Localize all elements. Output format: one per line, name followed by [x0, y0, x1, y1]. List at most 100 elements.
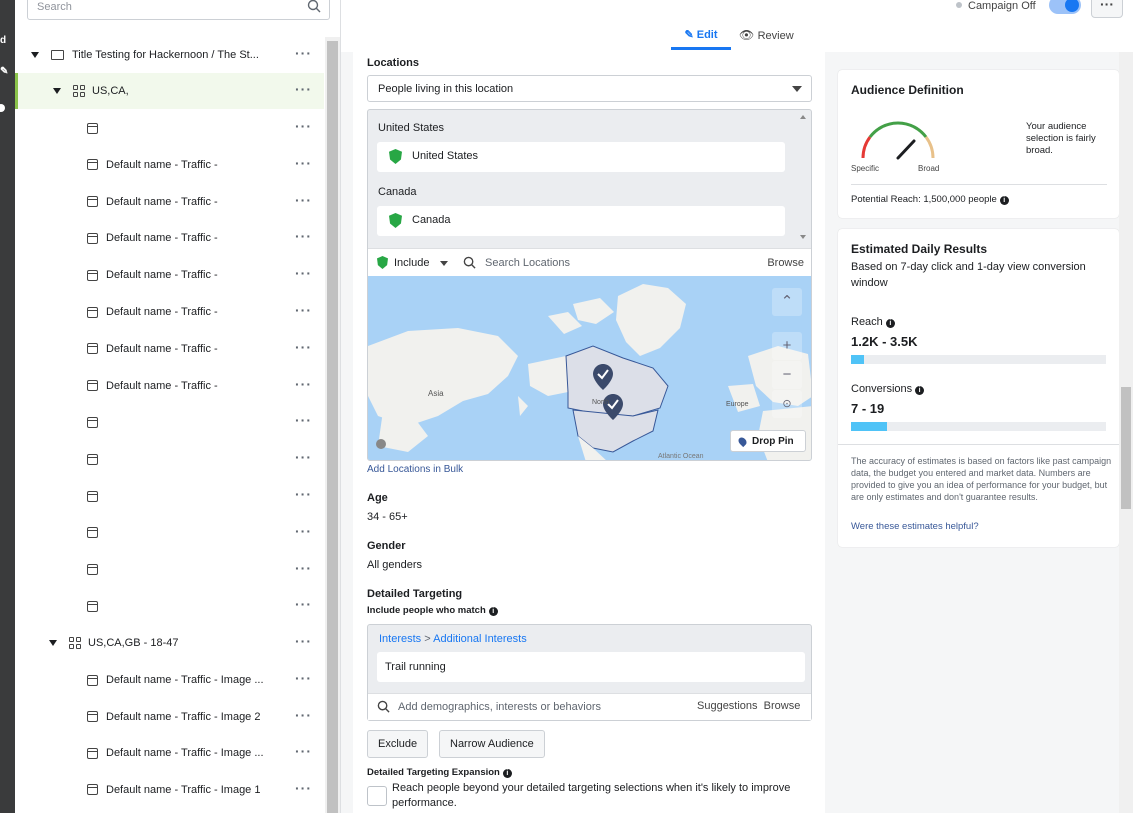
map-locate-button[interactable]: ⊙: [772, 390, 802, 418]
ad-icon: [87, 747, 98, 759]
tree-row-ad[interactable]: Default name - Traffic - ···: [15, 220, 324, 256]
more-icon[interactable]: ···: [295, 596, 312, 612]
caret-down-icon[interactable]: [31, 52, 39, 58]
more-icon[interactable]: ···: [295, 155, 312, 171]
more-icon[interactable]: ···: [295, 192, 312, 208]
tree-row-ad[interactable]: ···: [15, 478, 324, 514]
more-icon[interactable]: ···: [295, 265, 312, 281]
more-icon[interactable]: ···: [295, 339, 312, 355]
ad-icon: [87, 564, 98, 576]
caret-down-icon[interactable]: [53, 88, 61, 94]
scroll-thumb[interactable]: [1121, 387, 1131, 509]
tree-row-campaign[interactable]: Title Testing for Hackernoon / The St...…: [15, 37, 324, 73]
expansion-checkbox[interactable]: [367, 786, 387, 806]
tree-row-ad[interactable]: ···: [15, 110, 324, 146]
tree-row-ad[interactable]: Default name - Traffic - ···: [15, 257, 324, 293]
age-value[interactable]: 34 - 65+: [367, 511, 408, 523]
browse-link[interactable]: Browse: [764, 700, 801, 712]
estimates-helpful-link[interactable]: Were these estimates helpful?: [851, 521, 979, 532]
search-placeholder: Search: [37, 1, 72, 13]
ad-icon: [87, 674, 98, 686]
rail-icon-edit[interactable]: ✎: [0, 66, 8, 77]
location-map[interactable]: Asia North Europe Atlantic Ocean ⌃ + − ⊙…: [368, 276, 811, 460]
drop-pin-button[interactable]: Drop Pin: [730, 430, 806, 452]
location-type-select[interactable]: People living in this location: [367, 75, 812, 102]
caret-down-icon[interactable]: [440, 261, 448, 266]
map-label-north-america: North: [592, 399, 609, 406]
info-icon[interactable]: i: [999, 196, 1009, 205]
reach-progress-fill: [851, 355, 864, 364]
tree-row-ad[interactable]: ···: [15, 441, 324, 477]
tree-row-ad[interactable]: Default name - Traffic - ···: [15, 368, 324, 404]
app-rail: d ✎: [0, 0, 15, 813]
campaign-toggle[interactable]: [1049, 0, 1081, 14]
map-collapse-button[interactable]: ⌃: [772, 288, 802, 316]
more-icon[interactable]: ···: [295, 45, 312, 61]
tree-row-ad[interactable]: ···: [15, 404, 324, 440]
add-locations-bulk-link[interactable]: Add Locations in Bulk: [367, 464, 463, 475]
tree-scrollbar[interactable]: [325, 37, 340, 813]
scroll-thumb[interactable]: [327, 41, 338, 813]
more-icon[interactable]: ···: [295, 743, 312, 759]
more-icon[interactable]: ···: [295, 412, 312, 428]
tree-row-ad[interactable]: ···: [15, 552, 324, 588]
add-targeting-input[interactable]: Add demographics, interests or behaviors: [398, 701, 601, 713]
exclude-button[interactable]: Exclude: [367, 730, 429, 758]
more-icon[interactable]: ···: [295, 670, 312, 686]
ad-name: Default name - Traffic -: [106, 306, 218, 318]
tree-row-ad[interactable]: Default name - Traffic - Image 2 ···: [15, 699, 324, 735]
location-chip[interactable]: Canada: [377, 206, 785, 236]
more-icon[interactable]: ···: [295, 376, 312, 392]
more-icon[interactable]: ···: [295, 302, 312, 318]
info-icon[interactable]: i: [885, 319, 895, 328]
map-zoom-out-button[interactable]: −: [772, 361, 802, 389]
more-options-button[interactable]: ···: [1091, 0, 1123, 18]
interest-item[interactable]: Trail running: [377, 652, 805, 682]
narrow-audience-button[interactable]: Narrow Audience: [439, 730, 545, 758]
more-icon[interactable]: ···: [295, 523, 312, 539]
more-icon[interactable]: ···: [295, 486, 312, 502]
location-chip[interactable]: United States: [377, 142, 785, 172]
tree-search-input[interactable]: Search: [27, 0, 330, 20]
tab-review[interactable]: 👁 Review: [739, 28, 794, 42]
gender-value[interactable]: All genders: [367, 559, 422, 571]
scroll-up-icon[interactable]: [800, 115, 806, 119]
info-icon[interactable]: i: [915, 386, 925, 395]
tree-row-ad[interactable]: Default name - Traffic - Image ... ···: [15, 662, 324, 698]
tree-row-ad[interactable]: Default name - Traffic - ···: [15, 184, 324, 220]
crumb-interests[interactable]: Interests: [379, 633, 421, 645]
scroll-down-icon[interactable]: [800, 235, 806, 239]
tree-row-ad[interactable]: Default name - Traffic - Image ... ···: [15, 735, 324, 771]
more-icon[interactable]: ···: [295, 228, 312, 244]
detailed-targeting-label: Detailed Targeting: [367, 588, 463, 600]
info-icon[interactable]: i: [488, 607, 498, 616]
info-icon[interactable]: i: [502, 769, 512, 778]
tree-row-ad[interactable]: Default name - Traffic - ···: [15, 331, 324, 367]
more-icon[interactable]: ···: [295, 449, 312, 465]
tree-row-ad[interactable]: Default name - Traffic - Image 1 ···: [15, 772, 324, 808]
more-icon[interactable]: ···: [295, 707, 312, 723]
more-icon[interactable]: ···: [295, 118, 312, 134]
tab-edit[interactable]: ✎ Edit: [671, 28, 731, 50]
map-zoom-in-button[interactable]: +: [772, 332, 802, 360]
right-scrollbar[interactable]: [1119, 52, 1133, 813]
tree-row-ad[interactable]: ···: [15, 515, 324, 551]
include-dropdown[interactable]: Include: [394, 257, 429, 269]
crumb-additional-interests[interactable]: Additional Interests: [433, 633, 527, 645]
more-icon[interactable]: ···: [295, 780, 312, 796]
tree-row-ad[interactable]: Default name - Traffic - ···: [15, 294, 324, 330]
tree-row-ad[interactable]: ···: [15, 588, 324, 624]
suggestions-link[interactable]: Suggestions: [697, 700, 758, 712]
search-locations-input[interactable]: Search Locations: [485, 257, 570, 269]
more-icon[interactable]: ···: [295, 560, 312, 576]
estimate-accuracy-note: The accuracy of estimates is based on fa…: [851, 456, 1112, 502]
more-icon[interactable]: ···: [295, 633, 312, 649]
tree-row-ad[interactable]: Default name - Traffic - ···: [15, 147, 324, 183]
browse-link[interactable]: Browse: [767, 257, 804, 269]
tree-row-adset[interactable]: US,CA, ···: [15, 73, 324, 109]
more-icon[interactable]: ···: [295, 81, 312, 97]
rail-dot-icon[interactable]: [0, 104, 5, 112]
rail-icon[interactable]: d: [0, 35, 6, 46]
tree-row-adset[interactable]: US,CA,GB - 18-47 ···: [15, 625, 324, 661]
caret-down-icon[interactable]: [49, 640, 57, 646]
